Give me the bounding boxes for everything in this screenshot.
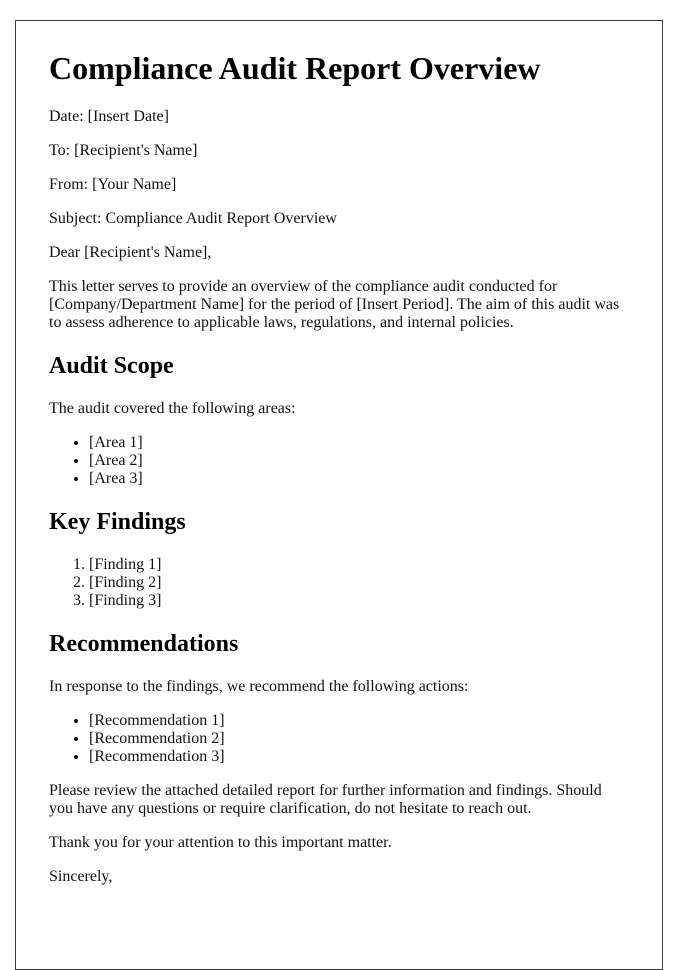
- list-item: [Finding 2]: [89, 574, 629, 592]
- subject-value: Compliance Audit Report Overview: [105, 210, 337, 227]
- audit-scope-list: [Area 1] [Area 2] [Area 3]: [49, 434, 629, 488]
- list-item: [Area 2]: [89, 452, 629, 470]
- list-item: [Area 3]: [89, 470, 629, 488]
- closing-paragraph: Please review the attached detailed repo…: [49, 782, 602, 817]
- subject-line: Subject: Compliance Audit Report Overvie…: [49, 210, 629, 228]
- list-item: [Recommendation 3]: [89, 748, 629, 766]
- list-item: [Finding 1]: [89, 556, 629, 574]
- date-line: Date: [Insert Date]: [49, 108, 629, 126]
- salutation: Dear [Recipient's Name],: [49, 244, 212, 261]
- to-value: [Recipient's Name]: [74, 142, 198, 159]
- audit-scope-lead: The audit covered the following areas:: [49, 400, 296, 417]
- date-value: [Insert Date]: [87, 108, 169, 125]
- document-title: Compliance Audit Report Overview: [49, 50, 541, 86]
- to-line: To: [Recipient's Name]: [49, 142, 629, 160]
- recommendations-list: [Recommendation 1] [Recommendation 2] [R…: [49, 712, 629, 766]
- letter-container: Compliance Audit Report Overview Date: […: [15, 20, 663, 970]
- list-item: [Recommendation 2]: [89, 730, 629, 748]
- subject-label: Subject:: [49, 210, 102, 227]
- intro-paragraph: This letter serves to provide an overvie…: [49, 278, 620, 331]
- date-label: Date:: [49, 108, 84, 125]
- to-label: To:: [49, 142, 71, 159]
- from-value: [Your Name]: [92, 176, 177, 193]
- list-item: [Finding 3]: [89, 592, 629, 610]
- key-findings-list: [Finding 1] [Finding 2] [Finding 3]: [49, 556, 629, 610]
- recommendations-lead: In response to the findings, we recommen…: [49, 678, 469, 695]
- from-label: From:: [49, 176, 89, 193]
- sign-off: Sincerely,: [49, 868, 113, 885]
- list-item: [Area 1]: [89, 434, 629, 452]
- key-findings-heading: Key Findings: [49, 509, 186, 535]
- list-item: [Recommendation 1]: [89, 712, 629, 730]
- recommendations-heading: Recommendations: [49, 631, 239, 657]
- from-line: From: [Your Name]: [49, 176, 629, 194]
- thanks-line: Thank you for your attention to this imp…: [49, 834, 392, 851]
- audit-scope-heading: Audit Scope: [49, 353, 174, 379]
